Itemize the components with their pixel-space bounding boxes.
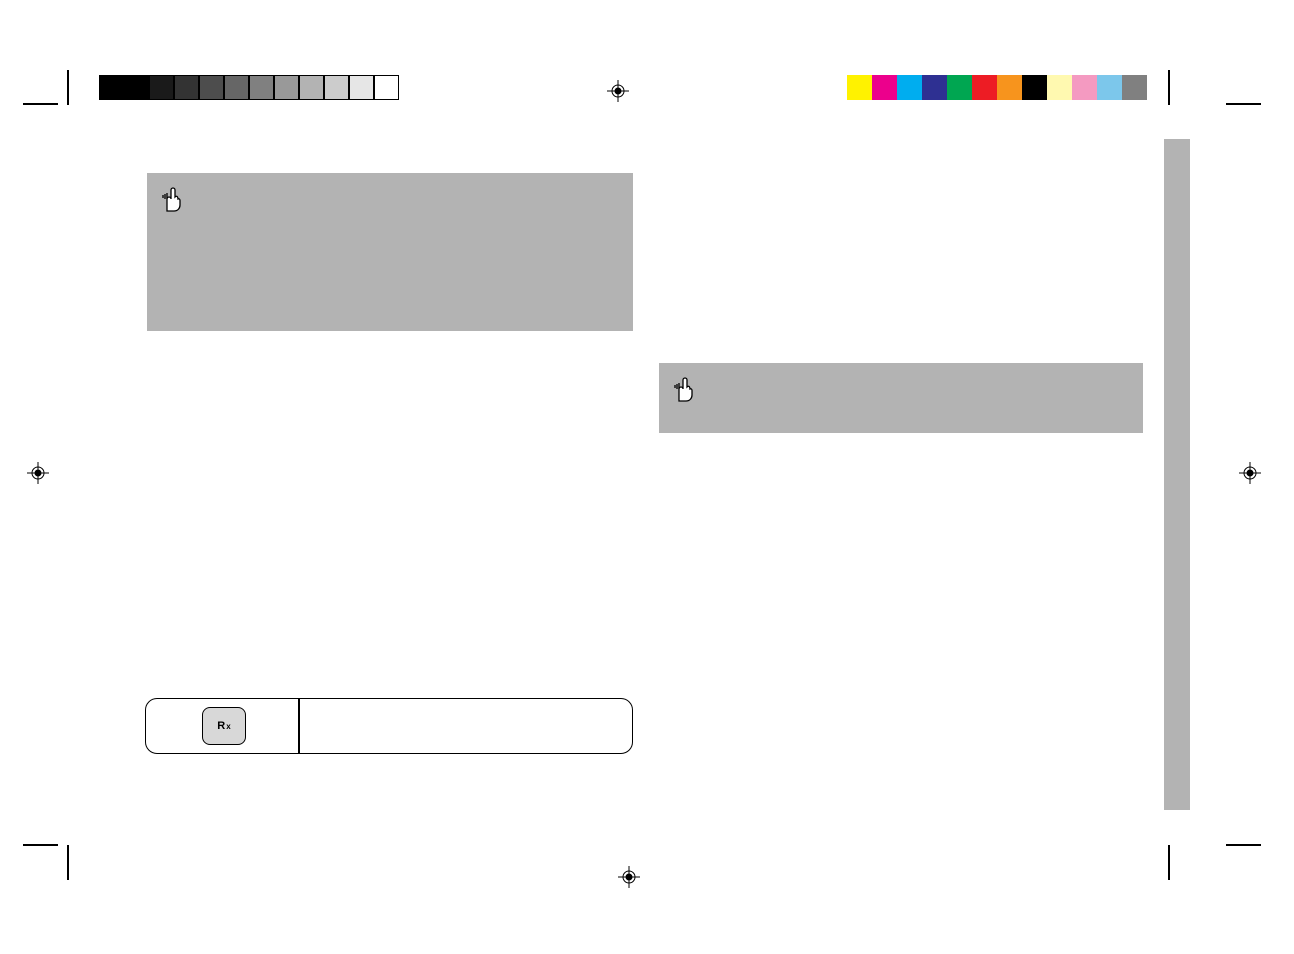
swatch-gray-6 xyxy=(249,75,274,100)
swatch-gray-4 xyxy=(199,75,224,100)
swatch-gray-2 xyxy=(149,75,174,100)
crop-mark xyxy=(67,70,69,105)
registration-mark-icon xyxy=(607,80,629,102)
registration-mark-icon xyxy=(1239,462,1261,484)
crop-mark xyxy=(1168,845,1170,880)
swatch-gray-0 xyxy=(99,75,124,100)
swatch-color-5 xyxy=(972,75,997,100)
swatch-color-7 xyxy=(1022,75,1047,100)
swatch-color-11 xyxy=(1122,75,1147,100)
swatch-color-6 xyxy=(997,75,1022,100)
instruction-key-row: Rx xyxy=(145,698,633,754)
swatch-gray-1 xyxy=(124,75,149,100)
swatch-color-10 xyxy=(1097,75,1122,100)
swatch-gray-3 xyxy=(174,75,199,100)
grayscale-calibration-strip xyxy=(99,75,399,100)
swatch-gray-10 xyxy=(349,75,374,100)
swatch-color-2 xyxy=(897,75,922,100)
swatch-color-8 xyxy=(1047,75,1072,100)
note-box xyxy=(659,363,1143,433)
swatch-gray-11 xyxy=(374,75,399,100)
crop-mark xyxy=(1168,70,1170,105)
divider xyxy=(298,698,300,754)
note-box xyxy=(147,173,633,331)
color-calibration-strip xyxy=(847,75,1147,100)
crop-mark xyxy=(23,844,58,846)
key-label-sub: x xyxy=(226,722,230,731)
pointing-hand-icon xyxy=(673,375,695,403)
registration-mark-icon xyxy=(27,462,49,484)
swatch-color-1 xyxy=(872,75,897,100)
key-label-main: R xyxy=(217,720,225,732)
crop-mark xyxy=(67,845,69,880)
rx-key-icon: Rx xyxy=(202,707,246,745)
swatch-color-4 xyxy=(947,75,972,100)
pointing-hand-icon xyxy=(161,185,183,213)
swatch-color-0 xyxy=(847,75,872,100)
swatch-gray-7 xyxy=(274,75,299,100)
swatch-color-3 xyxy=(922,75,947,100)
crop-mark xyxy=(1226,103,1261,105)
swatch-color-9 xyxy=(1072,75,1097,100)
crop-mark xyxy=(1226,844,1261,846)
crop-mark xyxy=(23,103,58,105)
registration-mark-icon xyxy=(618,866,640,888)
swatch-gray-5 xyxy=(224,75,249,100)
swatch-gray-9 xyxy=(324,75,349,100)
swatch-gray-8 xyxy=(299,75,324,100)
page-edge-tab xyxy=(1164,139,1190,810)
